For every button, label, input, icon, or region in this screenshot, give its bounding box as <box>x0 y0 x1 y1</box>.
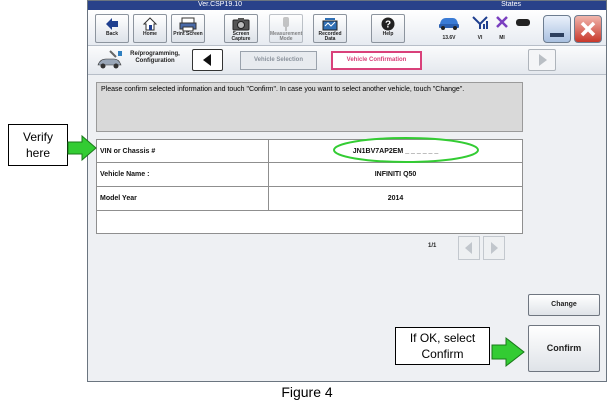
page-prev-icon <box>465 242 472 254</box>
page-prev-button[interactable] <box>458 236 480 260</box>
vi-signal-icon <box>472 16 488 29</box>
reprogramming-label: Re/programming, Configuration <box>130 51 180 64</box>
help-button[interactable]: ? Help <box>371 14 405 43</box>
battery-status: 13.6V <box>436 14 462 42</box>
recorded-data-icon <box>314 16 346 32</box>
right-arrow-icon <box>539 54 547 66</box>
vin-value: JN1BV7AP2EM _ _ _ _ _ _ <box>352 148 439 155</box>
verify-callout-line2: here <box>25 146 51 160</box>
help-label: Help <box>382 31 394 37</box>
car-battery-icon <box>439 18 459 30</box>
reprogramming-section: Re/programming, Configuration <box>96 49 186 71</box>
change-button[interactable]: Change <box>528 294 600 316</box>
camera-icon <box>225 16 257 32</box>
screen-capture-label: Screen Capture <box>231 31 251 42</box>
vin-label: VIN or Chassis # <box>97 140 269 162</box>
wrench-car-icon <box>97 50 122 69</box>
previous-step-button[interactable] <box>192 49 223 71</box>
confirm-callout-line1: If OK, select <box>409 331 476 345</box>
model-year-value: 2014 <box>387 195 404 202</box>
vi-status: VI <box>470 14 490 42</box>
help-icon: ? <box>372 16 404 32</box>
vi-label: VI <box>477 35 483 41</box>
voltage-label: 13.6V <box>442 35 456 41</box>
page-next-button[interactable] <box>483 236 505 260</box>
instruction-message: Please confirm selected information and … <box>96 82 523 132</box>
title-strip: Ver.CSP19.10 States <box>88 1 606 10</box>
recorded-data-label: Recorded Data <box>318 31 342 42</box>
plug-icon <box>516 19 530 26</box>
minimize-button[interactable] <box>543 15 571 43</box>
measurement-mode-label: Measurement Mode <box>270 31 303 42</box>
table-row: Vehicle Name : INFINITI Q50 <box>96 163 523 187</box>
recorded-data-button[interactable]: Recorded Data <box>313 14 347 43</box>
pager: 1/1 <box>428 235 528 261</box>
step-vehicle-selection[interactable]: Vehicle Selection <box>240 51 317 70</box>
table-row: VIN or Chassis # JN1BV7AP2EM _ _ _ _ _ _ <box>96 139 523 163</box>
left-arrow-icon <box>203 54 211 66</box>
verify-callout-line1: Verify <box>22 130 53 144</box>
printer-icon <box>172 16 204 32</box>
mi-status: MI <box>492 14 512 42</box>
navigation-bar: Re/programming, Configuration Vehicle Se… <box>88 46 606 75</box>
next-step-button[interactable] <box>528 49 556 71</box>
page-indicator: 1/1 <box>428 243 437 249</box>
mi-plug-status <box>515 14 531 42</box>
model-year-label: Model Year <box>97 187 269 210</box>
home-icon <box>134 16 166 32</box>
vehicle-name-label: Vehicle Name : <box>97 163 269 186</box>
screen-capture-button[interactable]: Screen Capture <box>224 14 258 43</box>
verify-callout: Verify here <box>8 124 68 166</box>
page-next-icon <box>491 242 498 254</box>
print-screen-button[interactable]: Print Screen <box>171 14 205 43</box>
confirm-button[interactable]: Confirm <box>528 325 600 372</box>
confirm-callout: If OK, select Confirm <box>395 327 490 365</box>
version-label: Ver.CSP19.10 <box>198 1 242 8</box>
close-button[interactable] <box>574 15 602 43</box>
measurement-mode-button[interactable]: Measurement Mode <box>269 14 303 43</box>
close-icon <box>580 21 596 37</box>
mi-disconnected-icon <box>496 16 508 28</box>
confirm-callout-line2: Confirm <box>421 347 464 361</box>
figure-caption: Figure 4 <box>281 384 333 400</box>
mi-label: MI <box>499 35 505 41</box>
step-vehicle-confirmation[interactable]: Vehicle Confirmation <box>331 51 422 70</box>
minimize-icon <box>550 33 564 37</box>
back-arrow-icon <box>96 16 128 32</box>
app-window: Ver.CSP19.10 States Back Home Print Scre… <box>87 0 607 382</box>
back-button[interactable]: Back <box>95 14 129 43</box>
vehicle-name-value: INFINITI Q50 <box>374 171 417 178</box>
empty-row <box>96 211 523 234</box>
home-label: Home <box>143 31 157 37</box>
table-row: Model Year 2014 <box>96 187 523 211</box>
back-label: Back <box>106 31 118 37</box>
vehicle-info-table: VIN or Chassis # JN1BV7AP2EM _ _ _ _ _ _… <box>96 139 523 234</box>
home-button[interactable]: Home <box>133 14 167 43</box>
print-screen-label: Print Screen <box>173 31 203 37</box>
svg-text:?: ? <box>385 20 391 31</box>
toolbar: Back Home Print Screen Screen Capture Me… <box>88 10 606 46</box>
measurement-icon <box>270 16 302 32</box>
state-label: States <box>501 1 521 8</box>
